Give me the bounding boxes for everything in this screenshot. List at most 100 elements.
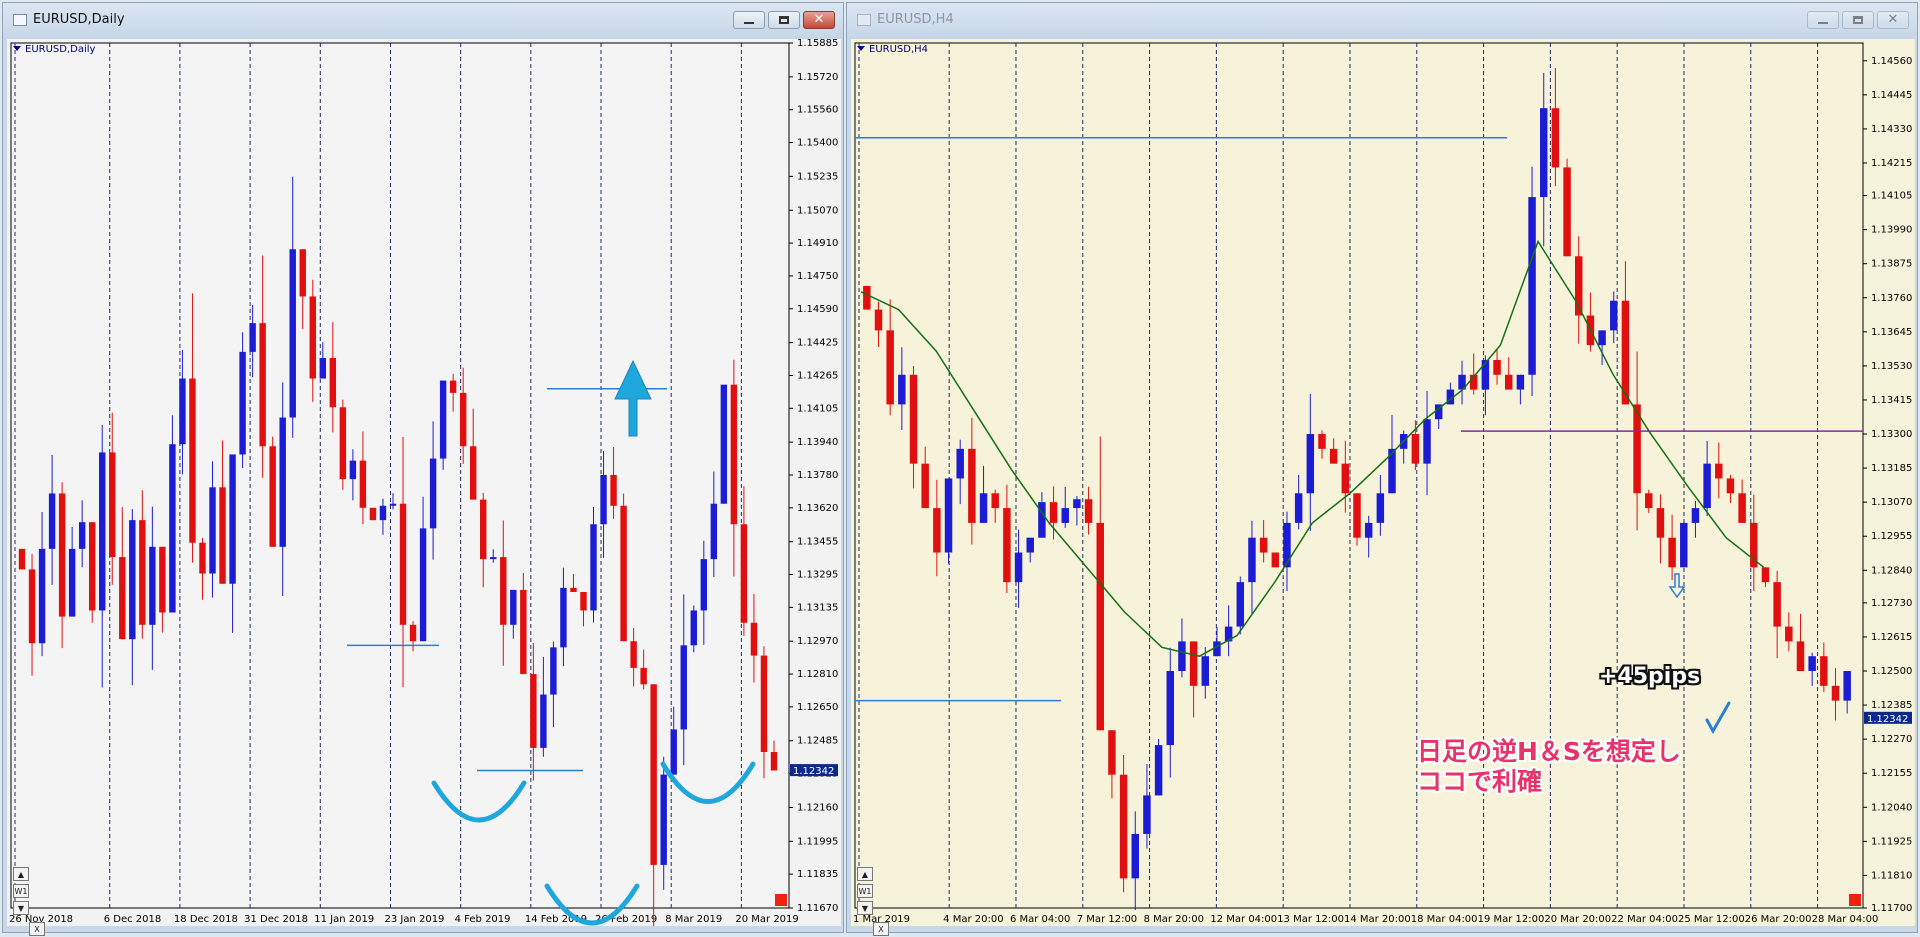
bear-candle bbox=[1785, 626, 1793, 642]
plot-area bbox=[854, 42, 1864, 909]
price-tick-label: 1.12730 bbox=[1871, 598, 1912, 609]
scroll-up-icon: ▲ bbox=[861, 870, 869, 879]
price-tick-label: 1.11925 bbox=[1871, 836, 1912, 847]
bear-candle bbox=[1773, 582, 1781, 627]
price-tick-label: 1.11700 bbox=[1871, 903, 1912, 914]
bear-candle bbox=[159, 546, 166, 613]
bull-candle bbox=[249, 323, 256, 352]
maximize-button[interactable] bbox=[768, 11, 800, 29]
bull-candle bbox=[209, 487, 216, 574]
bear-candle bbox=[449, 380, 457, 393]
chart-window-icon bbox=[13, 14, 27, 26]
title-bar[interactable]: EURUSD,Daily ✕ bbox=[3, 3, 843, 39]
maximize-button[interactable] bbox=[1842, 11, 1874, 29]
bull-candle bbox=[419, 528, 427, 642]
bull-candle bbox=[680, 645, 687, 730]
daily-chart-window[interactable]: EURUSD,Daily ✕ 26 Nov 2018 6 Dec 2018 18 D… bbox=[2, 2, 844, 936]
period-box[interactable]: W1 bbox=[13, 884, 29, 898]
price-tick-label: 1.13295 bbox=[797, 570, 838, 581]
bear-candle bbox=[480, 499, 487, 560]
bear-candle bbox=[1318, 434, 1326, 449]
bull-candle bbox=[99, 452, 106, 611]
bull-candle bbox=[68, 548, 76, 617]
bear-candle bbox=[18, 548, 26, 570]
scroll-down-button[interactable]: ▼ bbox=[13, 901, 29, 915]
minimize-button[interactable] bbox=[733, 11, 765, 29]
bear-candle bbox=[189, 378, 196, 543]
bull-candle bbox=[1166, 671, 1175, 746]
bull-candle bbox=[1038, 502, 1046, 538]
scroll-up-button[interactable]: ▲ bbox=[13, 867, 29, 881]
minimize-button[interactable] bbox=[1807, 11, 1839, 29]
note-line-1: 日足の逆H＆Sを想定し bbox=[1417, 737, 1681, 766]
close-panel-button[interactable]: X bbox=[873, 922, 889, 936]
h4-chart-area[interactable]: 1 Mar 2019 4 Mar 20:00 6 Mar 04:00 7 Mar 12… bbox=[851, 39, 1915, 936]
price-tick-label: 1.11835 bbox=[797, 869, 838, 880]
price-tick-label: 1.12500 bbox=[1871, 666, 1912, 677]
daily-chart-svg: 26 Nov 2018 6 Dec 2018 18 Dec 2018 31 Dec 2… bbox=[7, 39, 841, 926]
bear-candle bbox=[640, 667, 647, 685]
price-tick-label: 1.12485 bbox=[797, 736, 838, 747]
price-tick-label: 1.13070 bbox=[1871, 497, 1912, 508]
bear-candle bbox=[329, 358, 337, 408]
price-tick-label: 1.11995 bbox=[797, 836, 838, 847]
price-tick-label: 1.15720 bbox=[797, 72, 838, 83]
price-tick-label: 1.14265 bbox=[797, 370, 838, 381]
bear-candle bbox=[1551, 108, 1560, 168]
price-tick-label: 1.13300 bbox=[1871, 429, 1912, 440]
price-tick-label: 1.12385 bbox=[1871, 700, 1912, 711]
bear-candle bbox=[1119, 774, 1128, 879]
close-button[interactable]: ✕ bbox=[1877, 11, 1909, 29]
title-bar[interactable]: EURUSD,H4 ✕ bbox=[847, 3, 1917, 39]
period-box[interactable]: W1 bbox=[857, 884, 873, 898]
h4-chart-svg: 1 Mar 2019 4 Mar 20:00 6 Mar 04:00 7 Mar 12… bbox=[851, 39, 1915, 926]
bear-candle bbox=[199, 542, 206, 574]
close-panel-button[interactable]: X bbox=[29, 922, 45, 936]
bull-candle bbox=[670, 729, 677, 775]
bear-candle bbox=[459, 392, 467, 447]
bull-candle bbox=[1528, 197, 1536, 375]
symbol-label: EURUSD,Daily bbox=[13, 44, 95, 55]
time-tick-label: 20 Mar 20:00 bbox=[1544, 914, 1611, 925]
bull-candle bbox=[78, 522, 86, 549]
bear-candle bbox=[119, 557, 126, 640]
price-tick-label: 1.12650 bbox=[797, 702, 838, 713]
price-tick-label: 1.13135 bbox=[797, 602, 838, 613]
scroll-up-button[interactable]: ▲ bbox=[857, 867, 873, 881]
scroll-down-button[interactable]: ▼ bbox=[857, 901, 873, 915]
bear-candle bbox=[863, 285, 871, 310]
price-tick-label: 1.13185 bbox=[1871, 463, 1912, 474]
bear-candle bbox=[1493, 359, 1501, 375]
bear-candle bbox=[339, 407, 347, 480]
price-tick-label: 1.13455 bbox=[797, 537, 838, 548]
h4-chart-window[interactable]: EURUSD,H4 ✕ 1 Mar 2019 4 Mar 20:00 6 Mar 0… bbox=[846, 2, 1918, 936]
minimize-icon bbox=[744, 22, 754, 24]
price-tick-label: 1.14750 bbox=[797, 271, 838, 282]
bear-candle bbox=[500, 557, 507, 625]
bull-candle bbox=[1143, 795, 1151, 834]
price-tick-label: 1.12810 bbox=[797, 669, 838, 680]
bear-candle bbox=[369, 507, 377, 521]
bear-candle bbox=[109, 452, 116, 558]
bear-candle bbox=[991, 493, 999, 509]
price-tick-label: 1.12040 bbox=[1871, 802, 1912, 813]
close-button[interactable]: ✕ bbox=[803, 11, 835, 29]
bear-candle bbox=[770, 752, 778, 771]
bear-candle bbox=[1329, 448, 1338, 464]
bull-candle bbox=[1808, 656, 1816, 672]
bull-candle bbox=[710, 503, 718, 560]
bull-candle bbox=[1691, 508, 1700, 523]
profit-annotation: +45pips bbox=[1599, 664, 1701, 689]
bear-candle bbox=[88, 522, 96, 611]
bear-candle bbox=[399, 503, 407, 625]
bear-candle bbox=[610, 474, 617, 506]
bear-candle bbox=[730, 384, 738, 525]
price-tick-label: 1.14105 bbox=[1871, 191, 1912, 202]
close-icon: ✕ bbox=[1887, 12, 1899, 27]
bull-candle bbox=[700, 559, 708, 611]
corner-marker bbox=[775, 894, 787, 906]
bull-candle bbox=[239, 351, 246, 455]
price-tick-label: 1.13760 bbox=[1871, 293, 1912, 304]
daily-chart-area[interactable]: 26 Nov 2018 6 Dec 2018 18 Dec 2018 31 Dec 2… bbox=[7, 39, 841, 936]
bull-candle bbox=[720, 384, 728, 504]
